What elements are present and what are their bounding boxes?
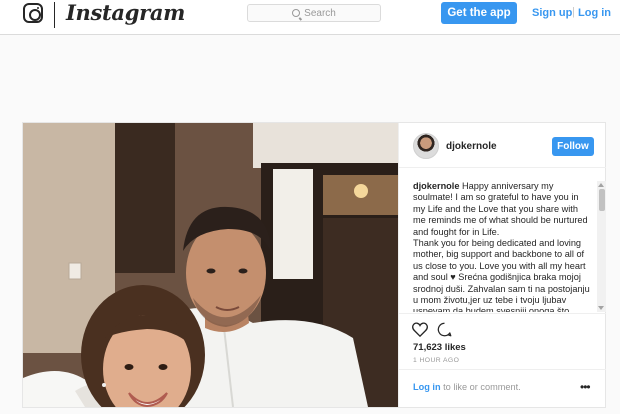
post-card: djokernole Follow djokernole Happy anniv… <box>22 122 606 408</box>
logo-divider <box>54 2 55 28</box>
post-header: djokernole Follow <box>399 123 606 168</box>
comment-icon[interactable] <box>437 322 452 337</box>
more-options-icon[interactable]: ••• <box>580 381 591 393</box>
follow-button[interactable]: Follow <box>552 137 594 156</box>
selfie-photo-illustration <box>23 123 398 407</box>
nav-separator: | <box>572 6 575 18</box>
likes-count[interactable]: 71,623 likes <box>413 342 466 353</box>
log-in-link[interactable]: Log in <box>578 7 611 19</box>
comment-prompt-row: Log in to like or comment. ••• <box>399 369 606 406</box>
post-sidebar: djokernole Follow djokernole Happy anniv… <box>398 123 606 407</box>
instagram-camera-icon[interactable] <box>23 3 43 23</box>
avatar[interactable] <box>413 133 439 159</box>
scroll-down-arrow-icon[interactable] <box>598 306 604 310</box>
get-the-app-button[interactable]: Get the app <box>441 2 517 24</box>
heart-icon[interactable] <box>412 322 428 337</box>
comment-log-in-link[interactable]: Log in <box>413 382 441 392</box>
caption-text: Happy anniversary my soulmate! I am so g… <box>413 181 590 312</box>
scroll-up-arrow-icon[interactable] <box>598 183 604 187</box>
post-photo[interactable] <box>23 123 398 407</box>
sign-up-link[interactable]: Sign up <box>532 7 572 19</box>
scroll-thumb[interactable] <box>598 189 605 211</box>
post-username[interactable]: djokernole <box>446 141 497 152</box>
post-actions: 71,623 likes 1 HOUR AGO Log in to like o… <box>399 313 606 407</box>
search-icon <box>292 9 301 17</box>
instagram-wordmark[interactable]: Instagram <box>66 0 185 25</box>
comment-prompt-text: to like or comment. <box>440 382 521 392</box>
caption-scrollbar[interactable] <box>597 181 606 312</box>
comment-prompt: Log in to like or comment. <box>413 382 521 392</box>
top-navigation-bar: Instagram Search Get the app Sign up | L… <box>0 0 620 35</box>
search-input[interactable]: Search <box>247 4 381 22</box>
post-caption: djokernole Happy anniversary my soulmate… <box>413 181 591 312</box>
search-placeholder: Search <box>304 7 336 19</box>
caption-author[interactable]: djokernole <box>413 181 459 191</box>
caption-scroll-area[interactable]: djokernole Happy anniversary my soulmate… <box>399 181 606 312</box>
post-timestamp: 1 HOUR AGO <box>413 357 460 364</box>
